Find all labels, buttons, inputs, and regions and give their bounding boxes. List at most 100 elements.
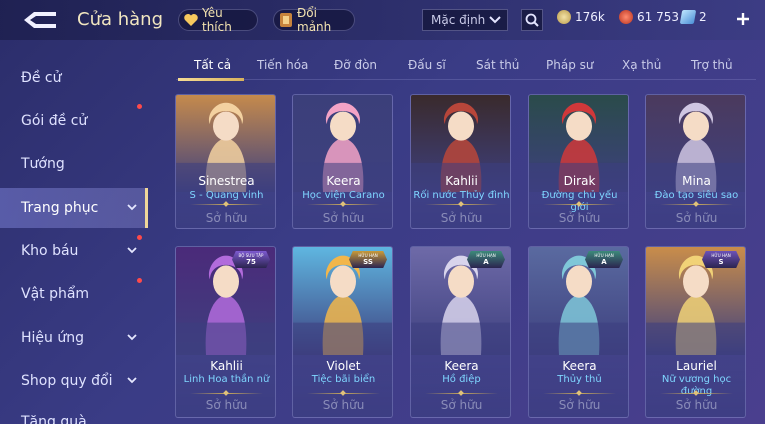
- role-tabs: Tất cả Tiến hóa Đỡ đòn Đấu sĩ Sát thủ Ph…: [176, 54, 756, 80]
- rarity-badge: HỮU HẠN A: [467, 251, 505, 268]
- sidebar-item-label: Tặng quà: [21, 414, 87, 424]
- chevron-down-icon: [127, 204, 137, 211]
- ruby-currency: 61 753: [619, 10, 679, 24]
- hero-name: Violet: [326, 359, 361, 373]
- sidebar-item-label: Vật phẩm: [21, 286, 90, 302]
- sidebar-item-label: Đề cử: [21, 70, 62, 86]
- sidebar-item-gift[interactable]: Tặng quà: [0, 404, 148, 424]
- owned-status: Sở hữu: [440, 398, 483, 412]
- owned-status: Sở hữu: [675, 398, 718, 412]
- skin-card[interactable]: Keera Học viện Carano Sở hữu: [292, 94, 393, 229]
- gold-value: 176k: [575, 10, 605, 24]
- favorites-button[interactable]: Yêu thích: [178, 6, 258, 34]
- sidebar-item-recommended-packs[interactable]: Gói đề cử: [0, 101, 148, 141]
- sidebar-item-label: Gói đề cử: [21, 113, 88, 129]
- skin-name: Đào tạo siêu sao: [654, 190, 739, 201]
- tab-all[interactable]: Tất cả: [194, 58, 231, 72]
- skin-card[interactable]: BỘ SƯU TẬP 75 Kahlii Linh Hoa thần nữ Sở hữu: [175, 246, 276, 418]
- sidebar-item-heroes[interactable]: Tướng: [0, 144, 148, 184]
- hero-name: Keera: [326, 174, 361, 188]
- rarity-badge: BỘ SƯU TẬP 75: [232, 251, 270, 268]
- sidebar-item-label: Tướng: [21, 156, 65, 172]
- sidebar-item-effects[interactable]: Hiệu ứng: [0, 318, 148, 358]
- skin-card[interactable]: Kahlii Rối nước Thủy đình Sở hữu: [410, 94, 511, 229]
- rarity-badge-text: A: [483, 258, 489, 266]
- card-divider: [425, 393, 498, 394]
- skin-card[interactable]: Mina Đào tạo siêu sao Sở hữu: [645, 94, 746, 229]
- skin-card[interactable]: HỮU HẠN A Keera Hồ điệp Sở hữu: [410, 246, 511, 418]
- rarity-badge-text: S: [718, 258, 724, 266]
- card-divider: [543, 393, 616, 394]
- sidebar-item-label: Hiệu ứng: [21, 330, 84, 346]
- gold-coin-icon: [557, 10, 571, 24]
- owned-status: Sở hữu: [675, 211, 718, 225]
- owned-status: Sở hữu: [205, 211, 248, 225]
- skin-name: S - Quang vinh: [189, 190, 264, 201]
- owned-status: Sở hữu: [205, 398, 248, 412]
- search-icon: [525, 13, 539, 27]
- skin-name: Hồ điệp: [442, 374, 481, 385]
- chevron-down-icon: [127, 377, 137, 384]
- skin-card[interactable]: HỮU HẠN A Keera Thủy thủ Sở hữu: [528, 246, 629, 418]
- sidebar-item-skins[interactable]: Trang phục: [0, 188, 148, 228]
- hero-name: Sinestrea: [198, 174, 255, 188]
- category-sidebar: Đề cử Gói đề cử Tướng Trang phục Kho báu…: [0, 54, 148, 424]
- sort-dropdown[interactable]: Mặc định: [422, 9, 508, 31]
- sort-selected-value: Mặc định: [431, 13, 486, 27]
- exchange-fragments-button[interactable]: Đổi mảnh: [273, 6, 355, 34]
- back-button[interactable]: [20, 10, 60, 30]
- sidebar-item-recommended[interactable]: Đề cử: [0, 58, 148, 98]
- skin-card[interactable]: HỮU HẠNSLaurielNữ vương học đườngSở hữu: [645, 246, 746, 418]
- tab-assassin[interactable]: Sát thủ: [476, 58, 519, 72]
- hero-name: Kahlii: [210, 359, 243, 373]
- hero-name: Lauriel: [676, 359, 717, 373]
- sidebar-item-label: Trang phục: [21, 200, 99, 216]
- chevron-down-icon: [127, 247, 137, 254]
- skin-card[interactable]: Sinestrea S - Quang vinh Sở hữu: [175, 94, 276, 229]
- skin-card[interactable]: Dirak Đường chủ yếu giới Sở hữu: [528, 94, 629, 229]
- owned-status: Sở hữu: [558, 398, 601, 412]
- page-title: Cửa hàng: [77, 9, 164, 30]
- sidebar-item-label: Shop quy đổi: [21, 373, 113, 389]
- heart-icon: [183, 12, 199, 28]
- tab-fighter[interactable]: Đấu sĩ: [408, 58, 446, 72]
- card-divider: [307, 393, 380, 394]
- sidebar-item-items[interactable]: Vật phẩm: [0, 274, 148, 314]
- tab-evolution[interactable]: Tiến hóa: [257, 58, 308, 72]
- hero-name: Kahlii: [445, 174, 478, 188]
- skin-name: Rối nước Thủy đình: [413, 190, 510, 201]
- voucher-currency: 2: [679, 10, 707, 24]
- voucher-value: 2: [699, 10, 707, 24]
- tab-support[interactable]: Trợ thủ: [691, 58, 733, 72]
- owned-status: Sở hữu: [322, 211, 365, 225]
- card-divider: [543, 204, 616, 205]
- chevron-down-icon: [127, 334, 137, 341]
- tab-marksman[interactable]: Xạ thủ: [622, 58, 661, 72]
- skin-name: Thủy thủ: [557, 374, 602, 385]
- rarity-badge: HỮU HẠN SS: [349, 251, 387, 268]
- owned-status: Sở hữu: [440, 211, 483, 225]
- hero-name: Keera: [562, 359, 597, 373]
- ruby-icon: [619, 10, 633, 24]
- skin-name: Linh Hoa thần nữ: [183, 374, 270, 385]
- card-divider: [307, 204, 380, 205]
- exchange-label: Đổi mảnh: [297, 6, 332, 34]
- notification-dot: [137, 278, 142, 283]
- tab-mage[interactable]: Pháp sư: [546, 58, 593, 72]
- hero-name: Keera: [444, 359, 479, 373]
- rarity-badge: HỮU HẠN S: [702, 251, 740, 268]
- add-currency-button[interactable]: [736, 6, 750, 32]
- fragment-icon: [278, 12, 294, 28]
- skin-card[interactable]: HỮU HẠN SS Violet Tiệc bãi biển Sở hữu: [292, 246, 393, 418]
- skin-name: Tiệc bãi biển: [311, 374, 376, 385]
- sidebar-item-exchange-shop[interactable]: Shop quy đổi: [0, 361, 148, 401]
- tab-tank[interactable]: Đỡ đòn: [334, 58, 377, 72]
- sidebar-item-label: Kho báu: [21, 243, 79, 259]
- card-divider: [190, 393, 263, 394]
- plus-icon: [737, 13, 749, 25]
- card-divider: [425, 204, 498, 205]
- sidebar-item-treasure[interactable]: Kho báu: [0, 231, 148, 271]
- search-button[interactable]: [521, 9, 543, 31]
- gold-currency: 176k: [557, 10, 605, 24]
- hero-name: Mina: [682, 174, 711, 188]
